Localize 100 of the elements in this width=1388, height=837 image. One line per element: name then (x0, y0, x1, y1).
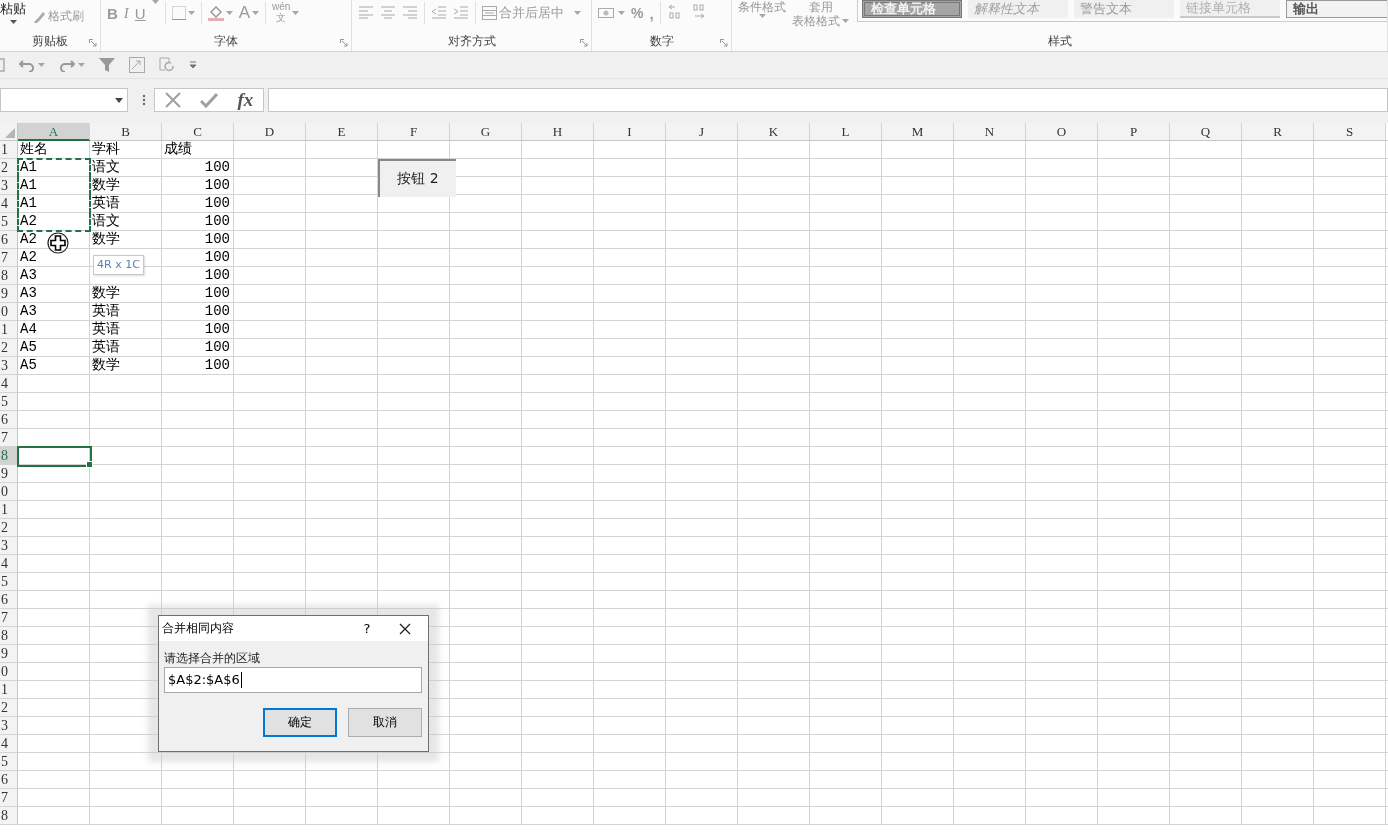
row-header[interactable]: 7 (0, 249, 18, 267)
sheet-icon[interactable] (129, 57, 145, 73)
row-header[interactable]: 1 (0, 141, 18, 159)
fill-handle[interactable] (86, 461, 93, 468)
range-field[interactable]: $A$2:$A$6 (164, 667, 422, 693)
help-button[interactable]: ? (357, 621, 377, 636)
row-header[interactable]: 6 (0, 771, 18, 789)
redo-icon[interactable] (59, 58, 75, 72)
row-header[interactable]: 5 (0, 573, 18, 591)
sheet-button[interactable]: 按钮 2 (378, 159, 456, 197)
decrease-indent-icon[interactable] (431, 5, 447, 19)
launcher-icon[interactable] (720, 39, 728, 47)
column-header[interactable]: O (1026, 123, 1098, 141)
column-header[interactable]: A (18, 123, 90, 141)
column-header[interactable]: E (306, 123, 378, 141)
column-header[interactable]: H (522, 123, 594, 141)
row-header[interactable]: 8 (0, 807, 18, 825)
caret-icon[interactable] (115, 97, 123, 103)
brush-icon[interactable] (32, 10, 46, 23)
formula-input[interactable] (268, 88, 1388, 112)
column-header[interactable]: F (378, 123, 450, 141)
row-header[interactable]: 7 (0, 429, 18, 447)
paste-button[interactable]: 粘贴 (0, 0, 26, 24)
active-cell[interactable] (17, 446, 92, 467)
table-cell-text: 100 (203, 303, 231, 320)
column-header[interactable]: D (234, 123, 306, 141)
column-header[interactable]: S (1314, 123, 1386, 141)
borders-icon[interactable] (171, 6, 186, 20)
row-header[interactable]: 2 (0, 699, 18, 717)
column-header[interactable]: I (594, 123, 666, 141)
column-header[interactable]: B (90, 123, 162, 141)
row-header[interactable]: 2 (0, 159, 18, 177)
launcher-icon[interactable] (340, 39, 348, 47)
more-icon[interactable] (142, 94, 146, 106)
borders-button[interactable] (171, 3, 195, 23)
row-header[interactable]: 1 (0, 321, 18, 339)
column-header[interactable]: L (810, 123, 882, 141)
undo-icon[interactable] (19, 58, 35, 72)
row-header[interactable]: 0 (0, 663, 18, 681)
insert-function-button[interactable]: fx (237, 90, 254, 110)
row-header[interactable]: 4 (0, 735, 18, 753)
row-header[interactable]: 7 (0, 789, 18, 807)
cancel-button[interactable]: 取消 (348, 708, 422, 737)
row-header[interactable]: 4 (0, 195, 18, 213)
save-icon[interactable] (0, 58, 5, 72)
row-header[interactable]: 9 (0, 285, 18, 303)
column-header[interactable]: G (450, 123, 522, 141)
row-header[interactable]: 4 (0, 375, 18, 393)
row-header[interactable]: 0 (0, 303, 18, 321)
column-header[interactable]: M (882, 123, 954, 141)
row-header[interactable]: 0 (0, 483, 18, 501)
row-header[interactable]: 1 (0, 501, 18, 519)
cell-style-button[interactable]: 输出 (1286, 0, 1387, 18)
column-header[interactable]: P (1098, 123, 1170, 141)
row-header[interactable]: 6 (0, 591, 18, 609)
increase-indent-icon[interactable] (453, 5, 469, 19)
column-header[interactable]: K (738, 123, 810, 141)
ok-button[interactable]: 确定 (263, 708, 337, 737)
row-header[interactable]: 5 (0, 393, 18, 411)
filter-icon[interactable] (99, 57, 115, 73)
row-header[interactable]: 9 (0, 465, 18, 483)
column-header[interactable]: Q (1170, 123, 1242, 141)
row-header[interactable]: 5 (0, 753, 18, 771)
row-header[interactable]: 4 (0, 555, 18, 573)
fill-color-button[interactable] (207, 3, 233, 23)
row-header[interactable]: 9 (0, 645, 18, 663)
row-header[interactable]: 5 (0, 213, 18, 231)
triangle-icon[interactable] (5, 128, 15, 138)
row-header[interactable]: 3 (0, 537, 18, 555)
row-header[interactable]: 2 (0, 339, 18, 357)
row-header[interactable]: 8 (0, 447, 18, 465)
align-right-icon[interactable] (402, 5, 418, 19)
refresh-icon[interactable] (159, 57, 175, 73)
cancel-icon[interactable] (164, 92, 181, 108)
row-header[interactable]: 3 (0, 177, 18, 195)
paint-bucket-icon[interactable] (207, 5, 224, 21)
column-header[interactable]: J (666, 123, 738, 141)
row-header[interactable]: 6 (0, 231, 18, 249)
row-header[interactable]: 8 (0, 627, 18, 645)
align-left-icon[interactable] (358, 5, 374, 19)
money-icon[interactable] (598, 6, 616, 20)
column-header[interactable]: N (954, 123, 1026, 141)
column-header[interactable]: R (1242, 123, 1314, 141)
row-header[interactable]: 3 (0, 717, 18, 735)
column-header[interactable]: C (162, 123, 234, 141)
select-all-button[interactable] (0, 123, 18, 141)
merge-cells-icon[interactable] (482, 6, 497, 20)
row-header[interactable]: 3 (0, 357, 18, 375)
row-header[interactable]: 6 (0, 411, 18, 429)
caret-icon[interactable] (9, 20, 17, 24)
row-header[interactable]: 8 (0, 267, 18, 285)
row-header[interactable]: 2 (0, 519, 18, 537)
close-icon[interactable] (399, 622, 411, 635)
customize-icon[interactable] (189, 61, 197, 69)
check-icon[interactable] (200, 92, 219, 108)
row-header[interactable]: 1 (0, 681, 18, 699)
launcher-icon[interactable] (580, 39, 588, 47)
row-header[interactable]: 7 (0, 609, 18, 627)
launcher-icon[interactable] (89, 39, 97, 47)
align-center-icon[interactable] (380, 5, 396, 19)
